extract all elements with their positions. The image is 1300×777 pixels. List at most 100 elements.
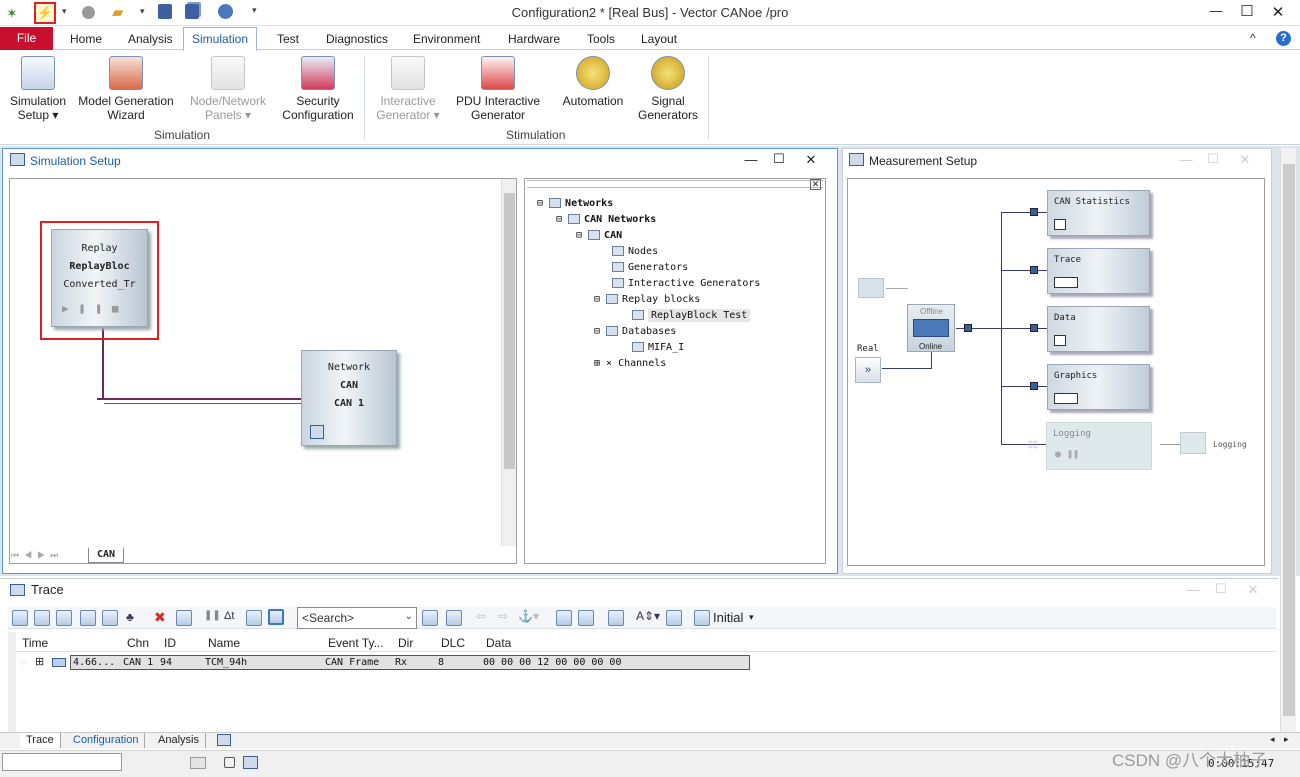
new-tab-icon[interactable]: [217, 734, 231, 746]
tree-item-can[interactable]: ⊟ CAN: [576, 230, 622, 241]
tree-item-databases[interactable]: ⊟ Databases: [594, 326, 676, 337]
meas-maximize-button[interactable]: ☐: [1202, 151, 1224, 167]
help-icon[interactable]: ?: [1276, 31, 1291, 46]
bottom-tab-configuration[interactable]: Configuration: [67, 733, 146, 748]
pdu-interactive-generator-button[interactable]: PDU Interactive Generator: [452, 56, 544, 122]
tree-item-mifa[interactable]: MIFA_I: [632, 342, 684, 353]
columns-icon[interactable]: [556, 610, 572, 626]
model-generation-wizard-button[interactable]: Model Generation Wizard: [76, 56, 176, 122]
can-statistics-block[interactable]: CAN Statistics: [1047, 190, 1150, 236]
minimize-button[interactable]: —: [1205, 3, 1227, 18]
expand-icon[interactable]: ⊞: [594, 358, 606, 369]
scrollbar-thumb[interactable]: [504, 193, 515, 469]
tab-simulation[interactable]: Simulation: [183, 27, 258, 51]
close-button[interactable]: ✕: [1267, 3, 1289, 21]
network-tree-pane[interactable]: [524, 178, 826, 564]
tab-layout[interactable]: Layout: [633, 28, 685, 51]
collapse-icon[interactable]: ⊟: [594, 294, 606, 305]
tab-hardware[interactable]: Hardware: [500, 28, 568, 51]
font-size-icon[interactable]: A⇕▾: [636, 609, 660, 623]
export-icon[interactable]: [246, 610, 262, 626]
collapse-icon[interactable]: ⊟: [576, 230, 588, 241]
dropdown-arrow-icon[interactable]: ▾: [749, 612, 754, 623]
arrow-right-icon[interactable]: ⇨: [498, 609, 508, 623]
column-header-id[interactable]: ID: [164, 634, 176, 652]
search-back-icon[interactable]: [446, 610, 462, 626]
initial-layout-icon[interactable]: [694, 610, 710, 626]
collapse-icon[interactable]: ⊟: [537, 198, 549, 209]
network-block[interactable]: Network CAN CAN 1: [301, 350, 397, 446]
logging-block[interactable]: Logging ● ❚❚: [1046, 422, 1152, 470]
column-header-chn[interactable]: Chn: [127, 634, 149, 652]
arrow-left-icon[interactable]: ⇦: [476, 609, 486, 623]
node-network-panels-button[interactable]: Node/Network Panels ▾: [184, 56, 272, 122]
tab-diagnostics[interactable]: Diagnostics: [318, 28, 396, 51]
trace-maximize-button[interactable]: ☐: [1210, 581, 1232, 597]
delete-icon[interactable]: ✖: [154, 609, 166, 626]
column-header-data[interactable]: Data: [486, 634, 511, 652]
scrollbar-thumb[interactable]: [1283, 164, 1295, 716]
tree-item-nodes[interactable]: Nodes: [612, 246, 658, 257]
tree-item-replay-blocks[interactable]: ⊟ Replay blocks: [594, 294, 700, 305]
tab-analysis[interactable]: Analysis: [120, 28, 181, 51]
graphics-block[interactable]: Graphics: [1047, 364, 1150, 410]
offline-online-switch[interactable]: Offline Online: [907, 304, 955, 352]
signal-generators-button[interactable]: Signal Generators: [634, 56, 702, 122]
tab-tools[interactable]: Tools: [579, 28, 623, 51]
bottom-tab-trace[interactable]: Trace: [20, 733, 61, 748]
column-header-time[interactable]: Time: [22, 634, 48, 652]
vertical-scrollbar[interactable]: [1280, 148, 1296, 748]
tree-item-networks[interactable]: ⊟ Networks: [537, 198, 613, 209]
trace-search-input[interactable]: <Search> ⌄: [297, 607, 417, 629]
tree-item-generators[interactable]: Generators: [612, 262, 688, 273]
interactive-generator-button[interactable]: Interactive Generator ▾: [372, 56, 444, 122]
sim-setup-maximize-button[interactable]: ☐: [768, 151, 790, 167]
time-mode-icon[interactable]: Δt: [224, 610, 234, 622]
trace-filter-remove-icon[interactable]: [102, 610, 118, 626]
initial-layout-label[interactable]: Initial: [713, 610, 743, 625]
detail-icon[interactable]: [608, 610, 624, 626]
layout-icon[interactable]: [578, 610, 594, 626]
trace-close-button[interactable]: ✕: [1242, 582, 1264, 598]
chevron-down-icon[interactable]: ⌄: [405, 611, 413, 622]
column-header-event-type[interactable]: Event Ty...: [328, 634, 384, 652]
simulation-setup-button[interactable]: Simulation Setup ▾: [5, 56, 71, 122]
collapse-icon[interactable]: ⊟: [594, 326, 606, 337]
tree-pane-close-icon[interactable]: ✕: [810, 179, 821, 190]
bus-tab-can[interactable]: CAN: [88, 548, 125, 563]
expand-icon[interactable]: ⊞: [35, 655, 44, 668]
trace-minimize-button[interactable]: —: [1182, 582, 1204, 597]
autoscroll-icon[interactable]: [268, 609, 284, 625]
file-menu-button[interactable]: File: [0, 27, 53, 50]
real-bus-source[interactable]: »: [855, 357, 881, 383]
collapse-ribbon-icon[interactable]: ^: [1250, 31, 1256, 45]
tab-test[interactable]: Test: [269, 28, 307, 51]
trace-filter-icon[interactable]: [12, 610, 28, 626]
meas-minimize-button[interactable]: —: [1175, 152, 1197, 167]
trace-view-icon[interactable]: [56, 610, 72, 626]
marker-icon[interactable]: ⚓▾: [518, 609, 539, 623]
trace-block[interactable]: Trace: [1047, 248, 1150, 294]
tree-item-channels[interactable]: ⊞ × Channels: [594, 358, 666, 369]
scroll-left-icon[interactable]: ◂: [1270, 734, 1275, 745]
automation-button[interactable]: Automation: [556, 56, 630, 108]
data-block[interactable]: Data: [1047, 306, 1150, 352]
clear-icon[interactable]: [176, 610, 192, 626]
column-header-name[interactable]: Name: [208, 634, 240, 652]
meas-close-button[interactable]: ✕: [1234, 152, 1256, 168]
collapse-icon[interactable]: ⊟: [556, 214, 568, 225]
tab-home[interactable]: Home: [62, 28, 110, 51]
tree-item-replayblock-test[interactable]: ReplayBlock Test: [632, 309, 751, 322]
scroll-right-icon[interactable]: ▸: [1284, 734, 1289, 745]
sim-setup-minimize-button[interactable]: —: [740, 152, 762, 167]
diagram-vertical-scrollbar[interactable]: [501, 179, 516, 546]
tab-environment[interactable]: Environment: [405, 28, 488, 51]
status-input[interactable]: [2, 753, 122, 771]
tree-item-interactive-generators[interactable]: Interactive Generators: [612, 278, 760, 289]
bottom-tab-analysis[interactable]: Analysis: [152, 733, 206, 748]
sim-setup-close-button[interactable]: ✕: [800, 152, 822, 168]
security-configuration-button[interactable]: Security Configuration: [278, 56, 358, 122]
trace-filter-edit-icon[interactable]: [80, 610, 96, 626]
binoculars-icon[interactable]: ♣: [126, 610, 134, 624]
trace-mode-icon[interactable]: [34, 610, 50, 626]
